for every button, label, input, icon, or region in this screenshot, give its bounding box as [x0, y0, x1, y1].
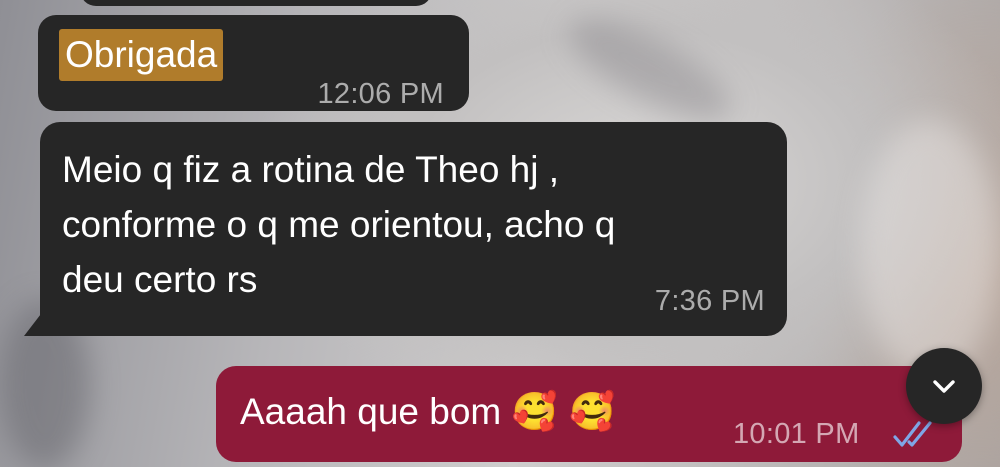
message-line: Meio q fiz a rotina de Theo hj , — [62, 149, 560, 190]
scroll-to-bottom-button[interactable] — [906, 348, 982, 424]
message-line: conforme o q me orientou, acho q — [62, 204, 616, 245]
message-line: deu certo rs — [62, 259, 258, 300]
message-text-highlighted: Obrigada — [59, 29, 224, 81]
previous-message-bubble[interactable] — [80, 0, 432, 6]
chevron-down-icon — [933, 380, 955, 393]
smiling-face-with-hearts-emoji: 🥰 🥰 — [511, 390, 616, 433]
message-timestamp: 7:36 PM — [654, 285, 765, 317]
message-bubble-incoming[interactable]: Obrigada 12:06 PM — [38, 15, 469, 111]
message-text: Aaaah que bom 🥰 🥰 — [240, 384, 615, 439]
message-text: Meio q fiz a rotina de Theo hj , conform… — [62, 142, 615, 307]
message-timestamp: 10:01 PM — [733, 418, 860, 450]
message-timestamp: 12:06 PM — [317, 78, 444, 110]
message-text-content: Aaaah que bom — [240, 391, 502, 432]
double-check-icon — [893, 421, 932, 447]
message-bubble-outgoing[interactable]: Aaaah que bom 🥰 🥰 10:01 PM — [216, 366, 962, 462]
message-bubble-incoming[interactable]: Meio q fiz a rotina de Theo hj , conform… — [40, 122, 787, 336]
